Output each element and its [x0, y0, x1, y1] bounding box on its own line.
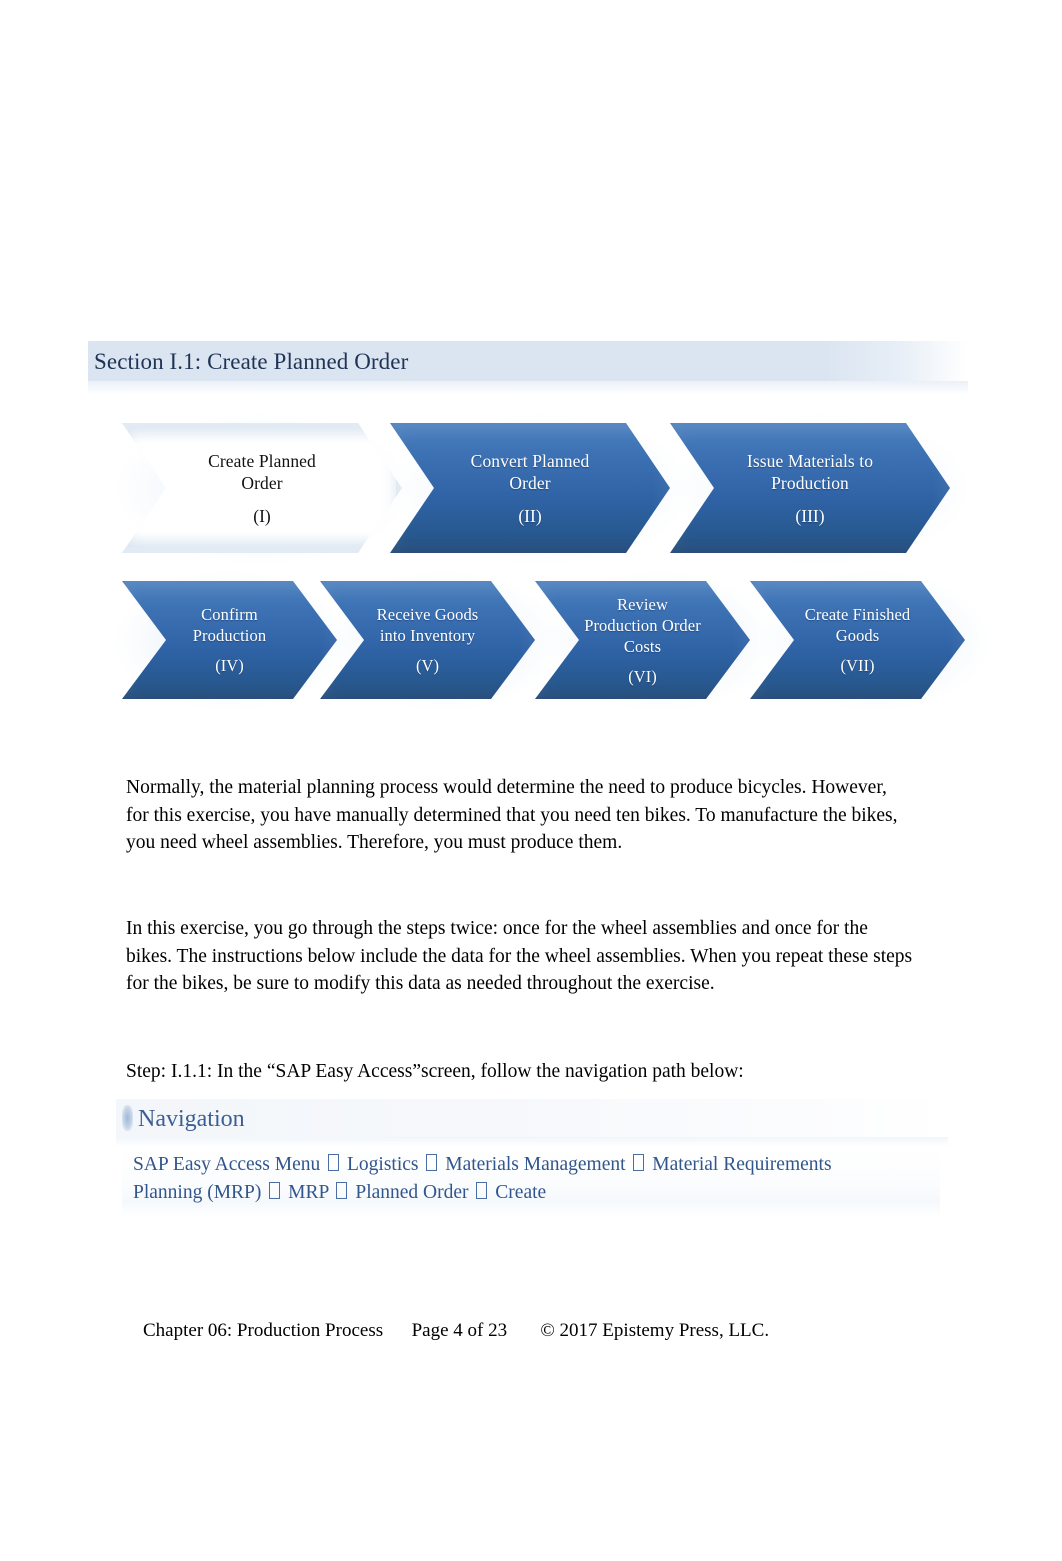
process-step-title-line1: Issue Materials to — [746, 450, 874, 471]
process-step-numeral: (IV) — [215, 656, 244, 675]
process-step-title-line1: Receive Goods — [376, 605, 479, 624]
process-step-review-production-order-costs: Review Production Order Costs (VI) — [535, 581, 750, 699]
process-step-7-wrapper: Create Finished Goods (VII) — [767, 571, 990, 711]
process-diagram-row-2: Confirm Production (IV) Receive Goods in… — [114, 571, 990, 711]
process-step-title-line2: Production — [192, 626, 267, 645]
process-step-title: Convert Planned Order — [467, 450, 594, 494]
process-step-title-line3: Costs — [623, 636, 662, 656]
process-step-title-line2: Production Order — [584, 615, 701, 635]
process-step-title-line1: Create Finished — [804, 605, 911, 624]
navigation-accent-bullet-icon — [122, 1105, 133, 1131]
process-step-title-line2: Goods — [835, 626, 880, 645]
navigation-path-separator-icon — [336, 1182, 348, 1199]
process-step-title: Create Planned Order — [204, 450, 320, 494]
process-step-title-line2: into Inventory — [379, 626, 476, 645]
page-footer: Chapter 06: Production Process Page 4 of… — [124, 1292, 769, 1370]
process-step-title: Review Production Order Costs — [580, 594, 705, 657]
process-step-title-line1: Convert Planned — [470, 450, 590, 471]
section-header-title: Section I.1: Create Planned Order — [94, 349, 409, 374]
process-step-3-wrapper: Issue Materials to Production (III) — [682, 413, 970, 565]
navigation-path-item: Materials Management — [445, 1154, 626, 1175]
process-step-confirm-production: Confirm Production (IV) — [122, 581, 337, 699]
navigation-path-separator-icon — [426, 1154, 438, 1171]
navigation-path-separator-icon — [476, 1182, 488, 1199]
footer-chapter: Chapter 06: Production Process — [143, 1320, 384, 1341]
process-step-6-wrapper: Review Production Order Costs (VI) — [552, 571, 775, 711]
navigation-path-item: Create — [495, 1182, 547, 1203]
process-step-numeral: (II) — [518, 505, 542, 526]
document-page: Section I.1: Create Planned Order Create… — [0, 0, 1062, 1561]
process-step-create-planned-order: Create Planned Order (I) — [122, 423, 402, 553]
navigation-header-bar: Navigation — [116, 1099, 948, 1147]
process-step-4-wrapper: Confirm Production (IV) — [114, 571, 345, 711]
process-step-title-line1: Review — [616, 594, 668, 614]
navigation-header-title: Navigation — [138, 1106, 245, 1132]
navigation-path-separator-icon — [633, 1154, 645, 1171]
navigation-path-item: SAP Easy Access Menu — [133, 1154, 321, 1175]
process-step-title: Confirm Production — [189, 604, 270, 646]
body-paragraph-1: Normally, the material planning process … — [126, 777, 898, 853]
navigation-path-item: Planned Order — [355, 1182, 469, 1203]
process-step-numeral: (V) — [416, 656, 439, 675]
process-step-numeral: (VI) — [628, 666, 657, 686]
process-step-title-line2: Production — [771, 472, 849, 493]
process-step-1-wrapper: Create Planned Order (I) — [114, 413, 410, 565]
section-header-bar: Section I.1: Create Planned Order — [88, 341, 968, 395]
process-step-title: Create Finished Goods — [801, 604, 915, 646]
navigation-path-separator-icon — [269, 1182, 281, 1199]
process-diagram-row-1: Create Planned Order (I) Convert Planned… — [114, 413, 970, 565]
process-step-title-line2: Order — [241, 472, 283, 493]
process-step-title-line1: Create Planned — [208, 450, 316, 471]
process-step-title: Receive Goods into Inventory — [373, 604, 483, 646]
navigation-path-item: Logistics — [346, 1154, 419, 1175]
process-step-convert-planned-order: Convert Planned Order (II) — [390, 423, 670, 553]
process-step-title: Issue Materials to Production — [743, 450, 877, 494]
process-step-numeral: (III) — [795, 505, 825, 526]
process-step-issue-materials-to-production: Issue Materials to Production (III) — [670, 423, 950, 553]
process-step-receive-goods-into-inventory: Receive Goods into Inventory (V) — [320, 581, 535, 699]
footer-page-number: Page 4 of 23 — [411, 1320, 508, 1341]
navigation-path-separator-icon — [328, 1154, 340, 1171]
process-step-title-line2: Order — [509, 472, 551, 493]
footer-copyright: © 2017 Epistemy Press, LLC. — [540, 1320, 770, 1341]
step-instruction-line: Step: I.1.1: In the “SAP Easy Access”scr… — [126, 1061, 744, 1082]
process-step-2-wrapper: Convert Planned Order (II) — [402, 413, 690, 565]
process-step-title-line1: Confirm — [201, 605, 258, 624]
navigation-path-box: SAP Easy Access Menu Logistics Materials… — [122, 1148, 940, 1218]
body-paragraph-2: In this exercise, you go through the ste… — [126, 918, 913, 994]
process-step-create-finished-goods: Create Finished Goods (VII) — [750, 581, 965, 699]
process-step-numeral: (VII) — [840, 656, 875, 675]
process-step-numeral: (I) — [253, 505, 271, 526]
process-step-5-wrapper: Receive Goods into Inventory (V) — [337, 571, 560, 711]
navigation-path: SAP Easy Access Menu Logistics Materials… — [133, 1151, 879, 1207]
navigation-path-item: MRP — [288, 1182, 329, 1203]
